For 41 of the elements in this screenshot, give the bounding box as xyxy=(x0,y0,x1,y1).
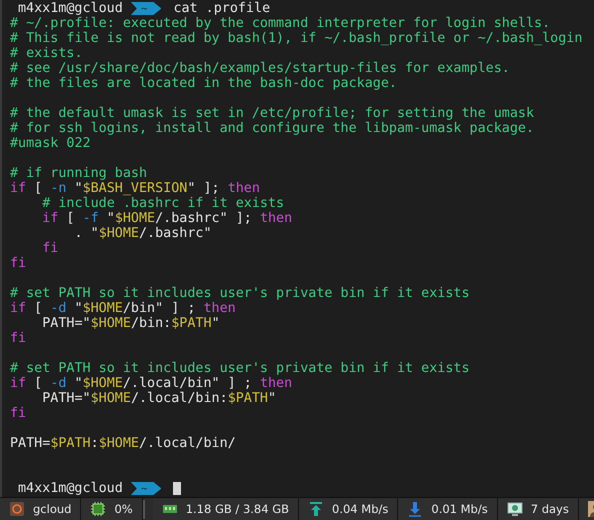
code-line: # if running bash xyxy=(10,166,148,181)
code-line: if [ -n "$BASH_VERSION" ]; then xyxy=(10,181,261,196)
chip-icon xyxy=(90,501,106,517)
code-line: # the files are located in the bash-doc package. xyxy=(10,76,398,91)
code-line: fi xyxy=(41,241,60,256)
monitor-clock-icon xyxy=(506,501,523,517)
ubuntu-icon xyxy=(9,501,25,517)
code-line: if [ -d "$HOME/bin" ] ; then xyxy=(10,301,237,316)
code-line: #umask 022 xyxy=(10,136,92,151)
prompt-user: m4xx1m@gcloud xyxy=(18,481,123,496)
code-line: # the default umask is set in /etc/profile; for setting the umask xyxy=(10,106,536,121)
code-line: # This file is not read by bash(1), if ~/.bash_profile or ~/.bash_login xyxy=(10,31,584,46)
code-line: if [ -d "$HOME/.local/bin" ] ; then xyxy=(10,376,294,391)
command-text: cat .profile xyxy=(173,1,270,16)
upload-icon xyxy=(308,501,324,517)
code-line: PATH="$HOME/.local/bin:$PATH" xyxy=(41,391,278,406)
code-line: # include .bashrc if it exists xyxy=(41,196,286,211)
code-line: fi xyxy=(10,256,28,271)
download-icon xyxy=(407,501,424,517)
code-line: # see /usr/share/doc/bash/examples/startup-files for examples. xyxy=(10,61,511,76)
code-line: fi xyxy=(10,331,28,346)
prompt-directory: ~ xyxy=(130,482,162,495)
code-line: # for ssh logins, install and configure the libpam-umask package. xyxy=(10,121,536,136)
status-text: 0.04 Mb/s xyxy=(332,502,388,516)
prompt-user: m4xx1m@gcloud xyxy=(18,1,123,16)
code-line: # exists. xyxy=(10,46,84,61)
prompt-directory: ~ xyxy=(130,2,162,15)
status-text: 1.18 GB / 3.84 GB xyxy=(186,502,290,516)
status-text: 0.01 Mb/s xyxy=(431,502,488,516)
code-line: # ~/.profile: executed by the command interpreter for login shells. xyxy=(10,16,552,31)
status-text: 0% xyxy=(114,502,133,516)
cpu-graph xyxy=(142,500,145,519)
code-line: PATH=$PATH:$HOME/.local/bin/ xyxy=(10,436,237,451)
status-text: gcloud xyxy=(33,502,72,516)
code-line: # set PATH so it includes user's private bin if it exists xyxy=(10,286,471,301)
code-line: fi xyxy=(10,406,28,421)
code-line: # set PATH so it includes user's private bin if it exists xyxy=(10,361,471,376)
code-line: if [ -f "$HOME/.bashrc" ]; then xyxy=(41,211,294,226)
status-text: 7 days xyxy=(530,502,569,516)
code-line: PATH="$HOME/bin:$PATH" xyxy=(41,316,221,331)
code-line: . "$HOME/.bashrc" xyxy=(73,226,213,241)
